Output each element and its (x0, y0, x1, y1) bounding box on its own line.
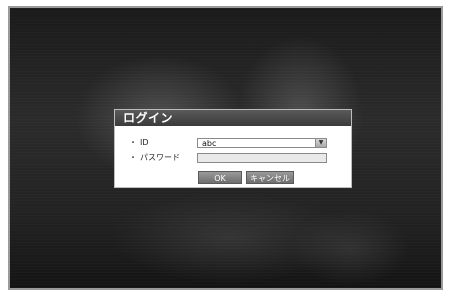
login-dialog: ログイン ・ ID abc ▼ ・ パスワード OK キャンセル (114, 109, 352, 188)
id-label: ・ ID (129, 137, 197, 148)
bullet: ・ (129, 153, 137, 162)
dialog-title: ログイン (115, 110, 351, 126)
id-select[interactable]: abc ▼ (197, 137, 327, 148)
ok-button[interactable]: OK (198, 171, 242, 184)
chevron-down-icon[interactable]: ▼ (315, 138, 326, 147)
password-label-text: パスワード (140, 153, 180, 162)
password-input[interactable] (197, 152, 327, 163)
cancel-button[interactable]: キャンセル (246, 171, 294, 184)
id-row: ・ ID abc ▼ (129, 137, 327, 148)
id-select-value: abc (202, 138, 217, 148)
password-label: ・ パスワード (129, 152, 197, 163)
dialog-buttons: OK キャンセル (198, 171, 294, 184)
bullet: ・ (129, 138, 137, 147)
id-label-text: ID (140, 138, 149, 147)
password-row: ・ パスワード (129, 152, 327, 163)
